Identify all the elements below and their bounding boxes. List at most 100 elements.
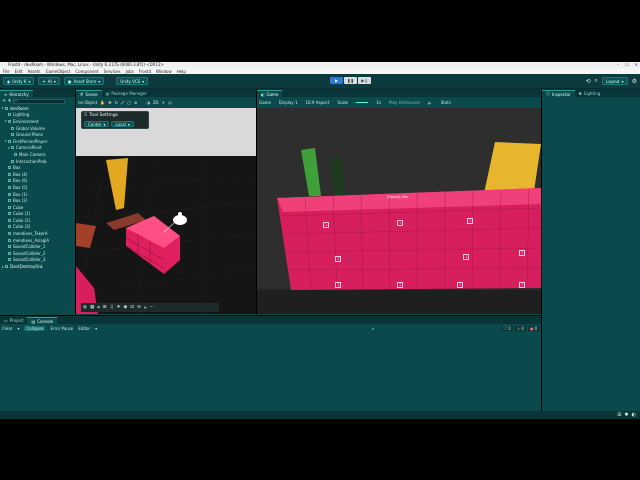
shading-icon[interactable]: ◑ bbox=[146, 100, 150, 105]
drag-handle-icon[interactable]: ⠿ bbox=[84, 113, 87, 118]
menu-component[interactable]: Component bbox=[75, 69, 98, 74]
collapse-button[interactable]: Collapse bbox=[24, 325, 46, 331]
mute-icon[interactable]: 🔈 bbox=[428, 100, 433, 105]
editor-dropdown[interactable]: Editor bbox=[78, 326, 90, 331]
step-button[interactable]: ▶❙ bbox=[358, 77, 371, 84]
pivot-dropdown[interactable]: Center ▾ bbox=[84, 121, 110, 127]
more-icon[interactable]: ⋯ bbox=[149, 305, 154, 310]
close-icon[interactable]: ✕ bbox=[635, 62, 638, 67]
aspect-dropdown[interactable]: 16:9 Aspect bbox=[305, 100, 329, 105]
tab-hierarchy[interactable]: ≡ Hierarchy bbox=[0, 90, 33, 97]
rotate-tool-icon[interactable]: ↻ bbox=[115, 100, 118, 105]
space-dropdown[interactable]: Local ▾ bbox=[111, 121, 134, 127]
hierarchy-item[interactable]: mendixes_TakerA bbox=[2, 230, 75, 237]
hierarchy-item[interactable]: InteractionProb bbox=[2, 158, 75, 165]
account-button[interactable]: ◆ Unity 6 ▾ bbox=[3, 77, 35, 85]
layout-dropdown[interactable]: Layout ▾ bbox=[601, 77, 628, 85]
stats-button[interactable]: Stats bbox=[441, 100, 451, 105]
tab-inspector[interactable]: ⓘ Inspector bbox=[542, 90, 575, 97]
rect-tool-icon[interactable]: ▢ bbox=[127, 100, 131, 105]
menu-services[interactable]: Services bbox=[104, 69, 121, 74]
audio-icon[interactable]: ♫ bbox=[110, 305, 114, 310]
hierarchy-item[interactable]: ▾ DontDestroyOnL bbox=[2, 263, 75, 270]
hierarchy-item[interactable]: Ground Plane bbox=[2, 131, 75, 138]
play-focus-dropdown[interactable]: Play Unfocused bbox=[389, 100, 420, 105]
menu-gameobject[interactable]: GameObject bbox=[45, 69, 70, 74]
tab-project[interactable]: ▭ Project bbox=[0, 317, 27, 324]
clear-chevron-icon[interactable]: ▾ bbox=[17, 326, 19, 331]
mode-2d-toggle[interactable]: 2D bbox=[153, 100, 159, 105]
bug-icon[interactable]: ✱ bbox=[624, 412, 628, 418]
play-button[interactable]: ▶ bbox=[330, 77, 343, 84]
pause-button[interactable]: ❚❚ bbox=[344, 77, 357, 84]
add-icon[interactable]: + bbox=[2, 98, 6, 104]
grid-snap-icon[interactable]: ⊞ bbox=[103, 305, 107, 310]
hierarchy-item[interactable]: Global Volume bbox=[2, 125, 75, 132]
camera-icon[interactable]: ⊡ bbox=[130, 305, 134, 310]
hierarchy-item[interactable]: ▾ Environment bbox=[2, 118, 75, 125]
menu-frostd[interactable]: Frostd bbox=[139, 69, 151, 74]
settings-icon[interactable]: ⚙ bbox=[632, 78, 637, 85]
tab-game[interactable]: ◐ Game bbox=[257, 90, 283, 97]
hierarchy-item[interactable]: SoundCollider_3 bbox=[2, 257, 75, 264]
cache-icon[interactable]: ⊞ bbox=[617, 412, 621, 418]
notification-icon[interactable]: ◐ bbox=[632, 412, 636, 418]
tab-console[interactable]: ▤ Console bbox=[27, 317, 58, 324]
maximize-icon[interactable]: ☐ bbox=[625, 62, 629, 67]
hierarchy-item[interactable]: Cube bbox=[2, 204, 75, 211]
menu-assets[interactable]: Assets bbox=[27, 69, 40, 74]
hierarchy-item[interactable]: Main Camera bbox=[2, 151, 75, 158]
error-count-badge[interactable]: ● 0 bbox=[527, 325, 539, 331]
menu-file[interactable]: File bbox=[3, 69, 10, 74]
hierarchy-item[interactable]: Box bbox=[2, 164, 75, 171]
hierarchy-search-input[interactable] bbox=[12, 98, 65, 104]
scale-slider[interactable] bbox=[356, 102, 369, 103]
visibility-icon[interactable]: ◉ bbox=[123, 305, 127, 310]
hierarchy-item[interactable]: ▾ devRoom bbox=[2, 105, 75, 112]
hierarchy-item[interactable]: Cube (1) bbox=[2, 211, 75, 218]
asset-store-button[interactable]: ▣ Asset Store ▾ bbox=[63, 77, 105, 85]
hierarchy-item[interactable]: Box (2) bbox=[2, 197, 75, 204]
hierarchy-item[interactable]: Cube (2) bbox=[2, 217, 75, 224]
hierarchy-item[interactable]: Cube (3) bbox=[2, 224, 75, 231]
zoom-icon[interactable]: ⊖ bbox=[137, 305, 141, 310]
clear-button[interactable]: Clear bbox=[2, 326, 12, 331]
tab-package-manager[interactable]: ▤ Package Manager bbox=[102, 90, 151, 97]
gizmo-icon[interactable]: ◎ bbox=[168, 100, 172, 105]
warning-count-badge[interactable]: ⚠ 0 bbox=[514, 325, 526, 331]
tab-lighting[interactable]: ✺ Lighting bbox=[575, 90, 605, 97]
hierarchy-item[interactable]: Box (4) bbox=[2, 171, 75, 178]
fx-icon[interactable]: ✷ bbox=[117, 305, 121, 310]
hierarchy-item[interactable]: SoundCollider_2 bbox=[2, 250, 75, 257]
move-tool-icon[interactable]: ✥ bbox=[108, 100, 111, 105]
minimize-icon[interactable]: – bbox=[617, 62, 619, 67]
hierarchy-item[interactable]: Box (5) bbox=[2, 184, 75, 191]
scale-tool-icon[interactable]: ⤢ bbox=[121, 100, 124, 105]
hierarchy-item[interactable]: ▾ FirstPersonPlayer bbox=[2, 138, 75, 145]
log-count-badge[interactable]: ⓘ 0 bbox=[501, 325, 513, 331]
hierarchy-item[interactable]: Box (1) bbox=[2, 191, 75, 198]
menu-jobs[interactable]: Jobs bbox=[126, 69, 134, 74]
game-mode-dropdown[interactable]: Game bbox=[259, 100, 271, 105]
menu-help[interactable]: Help bbox=[177, 69, 186, 74]
light-icon[interactable]: ☀ bbox=[161, 100, 165, 105]
view-tool-icon[interactable]: ◍ bbox=[83, 305, 87, 310]
vcs-button[interactable]: Unity VCS ▾ bbox=[116, 77, 149, 85]
hierarchy-item[interactable]: Box (6) bbox=[2, 178, 75, 185]
hierarchy-item[interactable]: mendixes_AsiaglA bbox=[2, 237, 75, 244]
error-pause-button[interactable]: Error Pause bbox=[50, 326, 73, 331]
transform-tool-icon[interactable]: ⊕ bbox=[134, 100, 137, 105]
history-icon[interactable]: ⟲ bbox=[586, 78, 591, 85]
tab-scene[interactable]: # Scene bbox=[76, 90, 102, 97]
console-search-icon[interactable]: ⌕ bbox=[372, 326, 374, 331]
scene-viewport[interactable] bbox=[76, 108, 256, 314]
tool-settings-overlay[interactable]: ⠿ Tool Settings Center ▾ Local ▾ bbox=[81, 111, 149, 129]
menu-edit[interactable]: Edit bbox=[15, 69, 23, 74]
layers-icon[interactable]: ▦ bbox=[90, 305, 94, 310]
snap-icon[interactable]: ⌗ bbox=[97, 305, 100, 311]
menu-window[interactable]: Window bbox=[156, 69, 172, 74]
view-mode-dropdown[interactable]: ne Object bbox=[78, 100, 97, 105]
display-dropdown[interactable]: Display 1 bbox=[279, 100, 298, 105]
ai-button[interactable]: ✦ AI ▾ bbox=[38, 77, 60, 85]
hand-tool-icon[interactable]: ✋ bbox=[100, 100, 105, 105]
